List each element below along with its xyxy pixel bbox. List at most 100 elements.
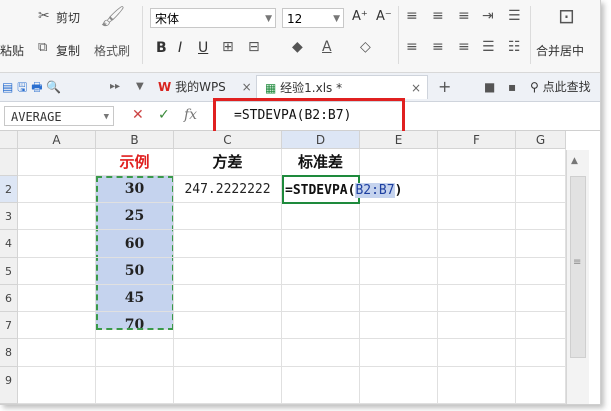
grid-cell[interactable]	[282, 230, 360, 258]
underline-button[interactable]: U	[198, 40, 208, 56]
grid-cell[interactable]	[360, 312, 438, 339]
row-header[interactable]	[0, 149, 18, 176]
grid-cell[interactable]	[18, 203, 96, 230]
row-header[interactable]: 2	[0, 176, 18, 203]
grid-cell[interactable]	[282, 312, 360, 339]
row-header[interactable]: 7	[0, 312, 18, 339]
close-icon[interactable]: ×	[242, 80, 252, 94]
grid-cell[interactable]	[18, 339, 96, 367]
column-header-g[interactable]: G	[516, 131, 566, 149]
grid-cell[interactable]	[18, 258, 96, 285]
font-name-select[interactable]: 宋体 ▼	[150, 8, 276, 28]
merge-center-button[interactable]: 合并居中	[536, 42, 584, 59]
tab-my-wps[interactable]: W 我的WPS ×	[152, 75, 258, 99]
grid-cell[interactable]	[174, 230, 282, 258]
insert-function-icon[interactable]: fx	[184, 107, 197, 123]
italic-button[interactable]: I	[178, 40, 182, 56]
grid-cell[interactable]	[96, 258, 174, 285]
grid-cell[interactable]	[174, 367, 282, 404]
paste-button[interactable]: 粘贴	[0, 42, 24, 59]
fill-table-icon[interactable]: ⊟	[248, 39, 260, 55]
grid-cell[interactable]	[96, 176, 174, 203]
grid-cell[interactable]	[18, 176, 96, 203]
grid-cell[interactable]	[516, 230, 566, 258]
chevron-down-icon[interactable]: ▼	[104, 107, 109, 127]
grid-cell[interactable]	[174, 149, 282, 176]
grid-cell[interactable]	[438, 149, 516, 176]
grid-cell[interactable]	[438, 339, 516, 367]
column-header-f[interactable]: F	[438, 131, 516, 149]
grid-cell[interactable]	[282, 149, 360, 176]
grid-cell[interactable]	[360, 203, 438, 230]
grid-cell[interactable]	[174, 176, 282, 203]
distributed-icon[interactable]: ☷	[508, 39, 521, 55]
row-header[interactable]: 3	[0, 203, 18, 230]
tab-file[interactable]: ▦ 经验1.xls * ×	[256, 75, 428, 99]
grid-cell[interactable]	[360, 149, 438, 176]
cut-button[interactable]: 剪切	[56, 9, 80, 26]
format-painter-button[interactable]: 格式刷	[94, 42, 130, 59]
new-tab-icon[interactable]: +	[438, 75, 451, 99]
vertical-scrollbar[interactable]: ▲ ≡	[566, 150, 589, 404]
grid-cell[interactable]	[18, 367, 96, 404]
grid-cell[interactable]	[360, 230, 438, 258]
grid-cell[interactable]	[438, 230, 516, 258]
grid-cell[interactable]	[96, 203, 174, 230]
grid-cell[interactable]	[438, 203, 516, 230]
align-bottom-icon[interactable]: ≡	[458, 8, 470, 24]
grid-cell[interactable]	[96, 230, 174, 258]
grid-cell[interactable]	[516, 285, 566, 312]
row-header[interactable]: 6	[0, 285, 18, 312]
cancel-icon[interactable]: ✕	[132, 107, 144, 123]
grid-cell[interactable]	[18, 285, 96, 312]
grid-cell[interactable]	[174, 339, 282, 367]
row-header[interactable]: 5	[0, 258, 18, 285]
grid-cell[interactable]	[516, 367, 566, 404]
grid-cell[interactable]	[516, 312, 566, 339]
grid-cell[interactable]	[282, 258, 360, 285]
shrink-font-button[interactable]: A⁻	[376, 9, 392, 24]
copy-button[interactable]: 复制	[56, 42, 80, 59]
clear-format-icon[interactable]: ◇	[360, 39, 371, 55]
row-header[interactable]: 4	[0, 230, 18, 258]
grid-cell[interactable]	[360, 367, 438, 404]
column-header-d[interactable]: D	[282, 131, 360, 149]
grid-cell[interactable]	[174, 258, 282, 285]
grid-cell[interactable]	[174, 312, 282, 339]
enter-check-icon[interactable]: ✓	[158, 107, 170, 123]
grid-cell[interactable]	[174, 285, 282, 312]
grid-cell[interactable]	[360, 339, 438, 367]
grid-cell[interactable]	[438, 367, 516, 404]
grid-cell[interactable]	[174, 203, 282, 230]
close-icon[interactable]: ×	[411, 76, 421, 100]
bold-button[interactable]: B	[156, 40, 167, 56]
grid-cell[interactable]	[96, 339, 174, 367]
scrollbar-thumb[interactable]: ≡	[570, 176, 586, 358]
grid-cell[interactable]	[18, 230, 96, 258]
indent-icon[interactable]: ⇥	[482, 8, 494, 24]
align-top-icon[interactable]: ≡	[406, 8, 418, 24]
font-size-select[interactable]: 12 ▼	[282, 8, 344, 28]
column-header-b[interactable]: B	[96, 131, 174, 149]
align-center-icon[interactable]: ≡	[432, 39, 444, 55]
toolbar-quick-icons[interactable]: ▤ 🖫 🖶 🔍	[2, 75, 61, 99]
grid-cell[interactable]	[282, 367, 360, 404]
wrap-icon[interactable]: ☰	[508, 8, 521, 24]
column-header-e[interactable]: E	[360, 131, 438, 149]
border-icon[interactable]: ⊞	[222, 39, 234, 55]
grid-cell[interactable]	[360, 285, 438, 312]
grid-cell[interactable]	[516, 176, 566, 203]
scroll-up-icon[interactable]: ▲	[571, 156, 578, 166]
grid-cell[interactable]	[360, 258, 438, 285]
grid-cell[interactable]	[18, 312, 96, 339]
align-left-icon[interactable]: ≡	[406, 39, 418, 55]
grid-cell[interactable]	[282, 285, 360, 312]
grid-cell[interactable]	[516, 339, 566, 367]
layout-icon[interactable]: ▪	[508, 75, 516, 99]
search-button[interactable]: ⚲ 点此查找	[530, 75, 591, 99]
column-header-a[interactable]: A	[18, 131, 96, 149]
grid-cell[interactable]	[516, 149, 566, 176]
grid-cell[interactable]	[516, 258, 566, 285]
cell-d2-active[interactable]: =STDEVPA(B2:B7)	[282, 175, 402, 204]
align-middle-icon[interactable]: ≡	[432, 8, 444, 24]
